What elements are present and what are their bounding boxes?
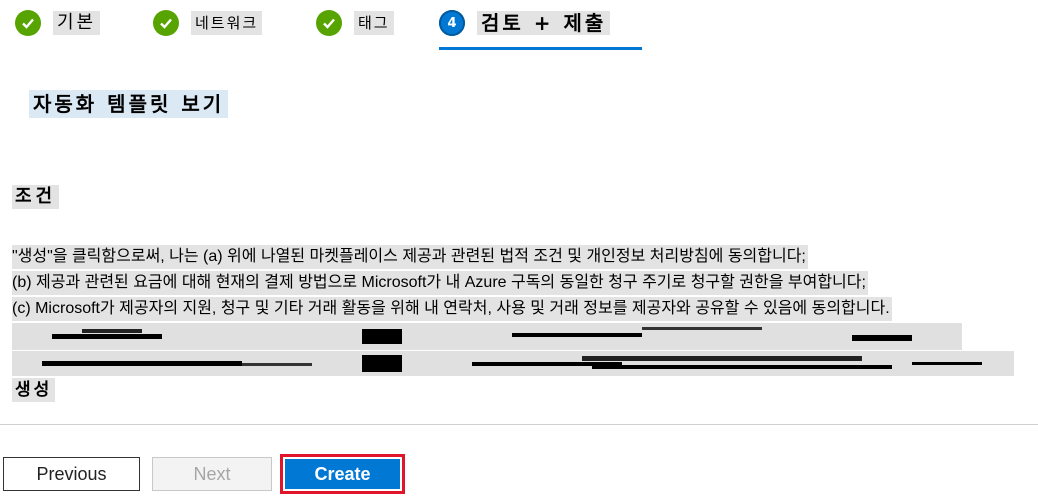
active-step-underline [439, 47, 642, 50]
step-tags[interactable]: 태그 [316, 10, 394, 36]
terms-line: (b) 제공과 관련된 요금에 대해 현재의 결제 방법으로 Microsoft… [12, 271, 868, 295]
create-button-highlight: Create [280, 454, 405, 494]
terms-text: "생성"을 클릭함으로써, 나는 (a) 위에 나열된 마켓플레이스 제공과 관… [12, 245, 892, 323]
terms-line: "생성"을 클릭함으로써, 나는 (a) 위에 나열된 마켓플레이스 제공과 관… [12, 245, 808, 269]
terms-heading: 조건 [12, 185, 60, 209]
previous-button[interactable]: Previous [3, 457, 140, 491]
terms-line: (c) Microsoft가 제공자의 지원, 청구 및 기타 거래 활동을 위… [12, 297, 892, 321]
create-button[interactable]: Create [285, 459, 400, 489]
next-button[interactable]: Next [152, 457, 272, 491]
step-number-badge: 4 [439, 10, 465, 36]
checkmark-icon [316, 10, 342, 36]
step-basics[interactable]: 기본 [15, 10, 101, 36]
step-label: 검토 + 제출 [477, 11, 611, 35]
view-automation-template-link[interactable]: 자동화 템플릿 보기 [29, 90, 229, 118]
step-label: 네트워크 [191, 11, 263, 35]
checkmark-icon [15, 10, 41, 36]
step-label: 기본 [53, 11, 101, 35]
step-networking[interactable]: 네트워크 [153, 10, 263, 36]
step-label: 태그 [354, 11, 394, 35]
step-review-submit[interactable]: 4 검토 + 제출 [439, 10, 611, 36]
create-section-label: 생성 [12, 378, 56, 402]
checkmark-icon [153, 10, 179, 36]
redacted-text-row [12, 351, 1014, 376]
redacted-text-row [12, 323, 962, 350]
footer-divider [0, 424, 1038, 425]
